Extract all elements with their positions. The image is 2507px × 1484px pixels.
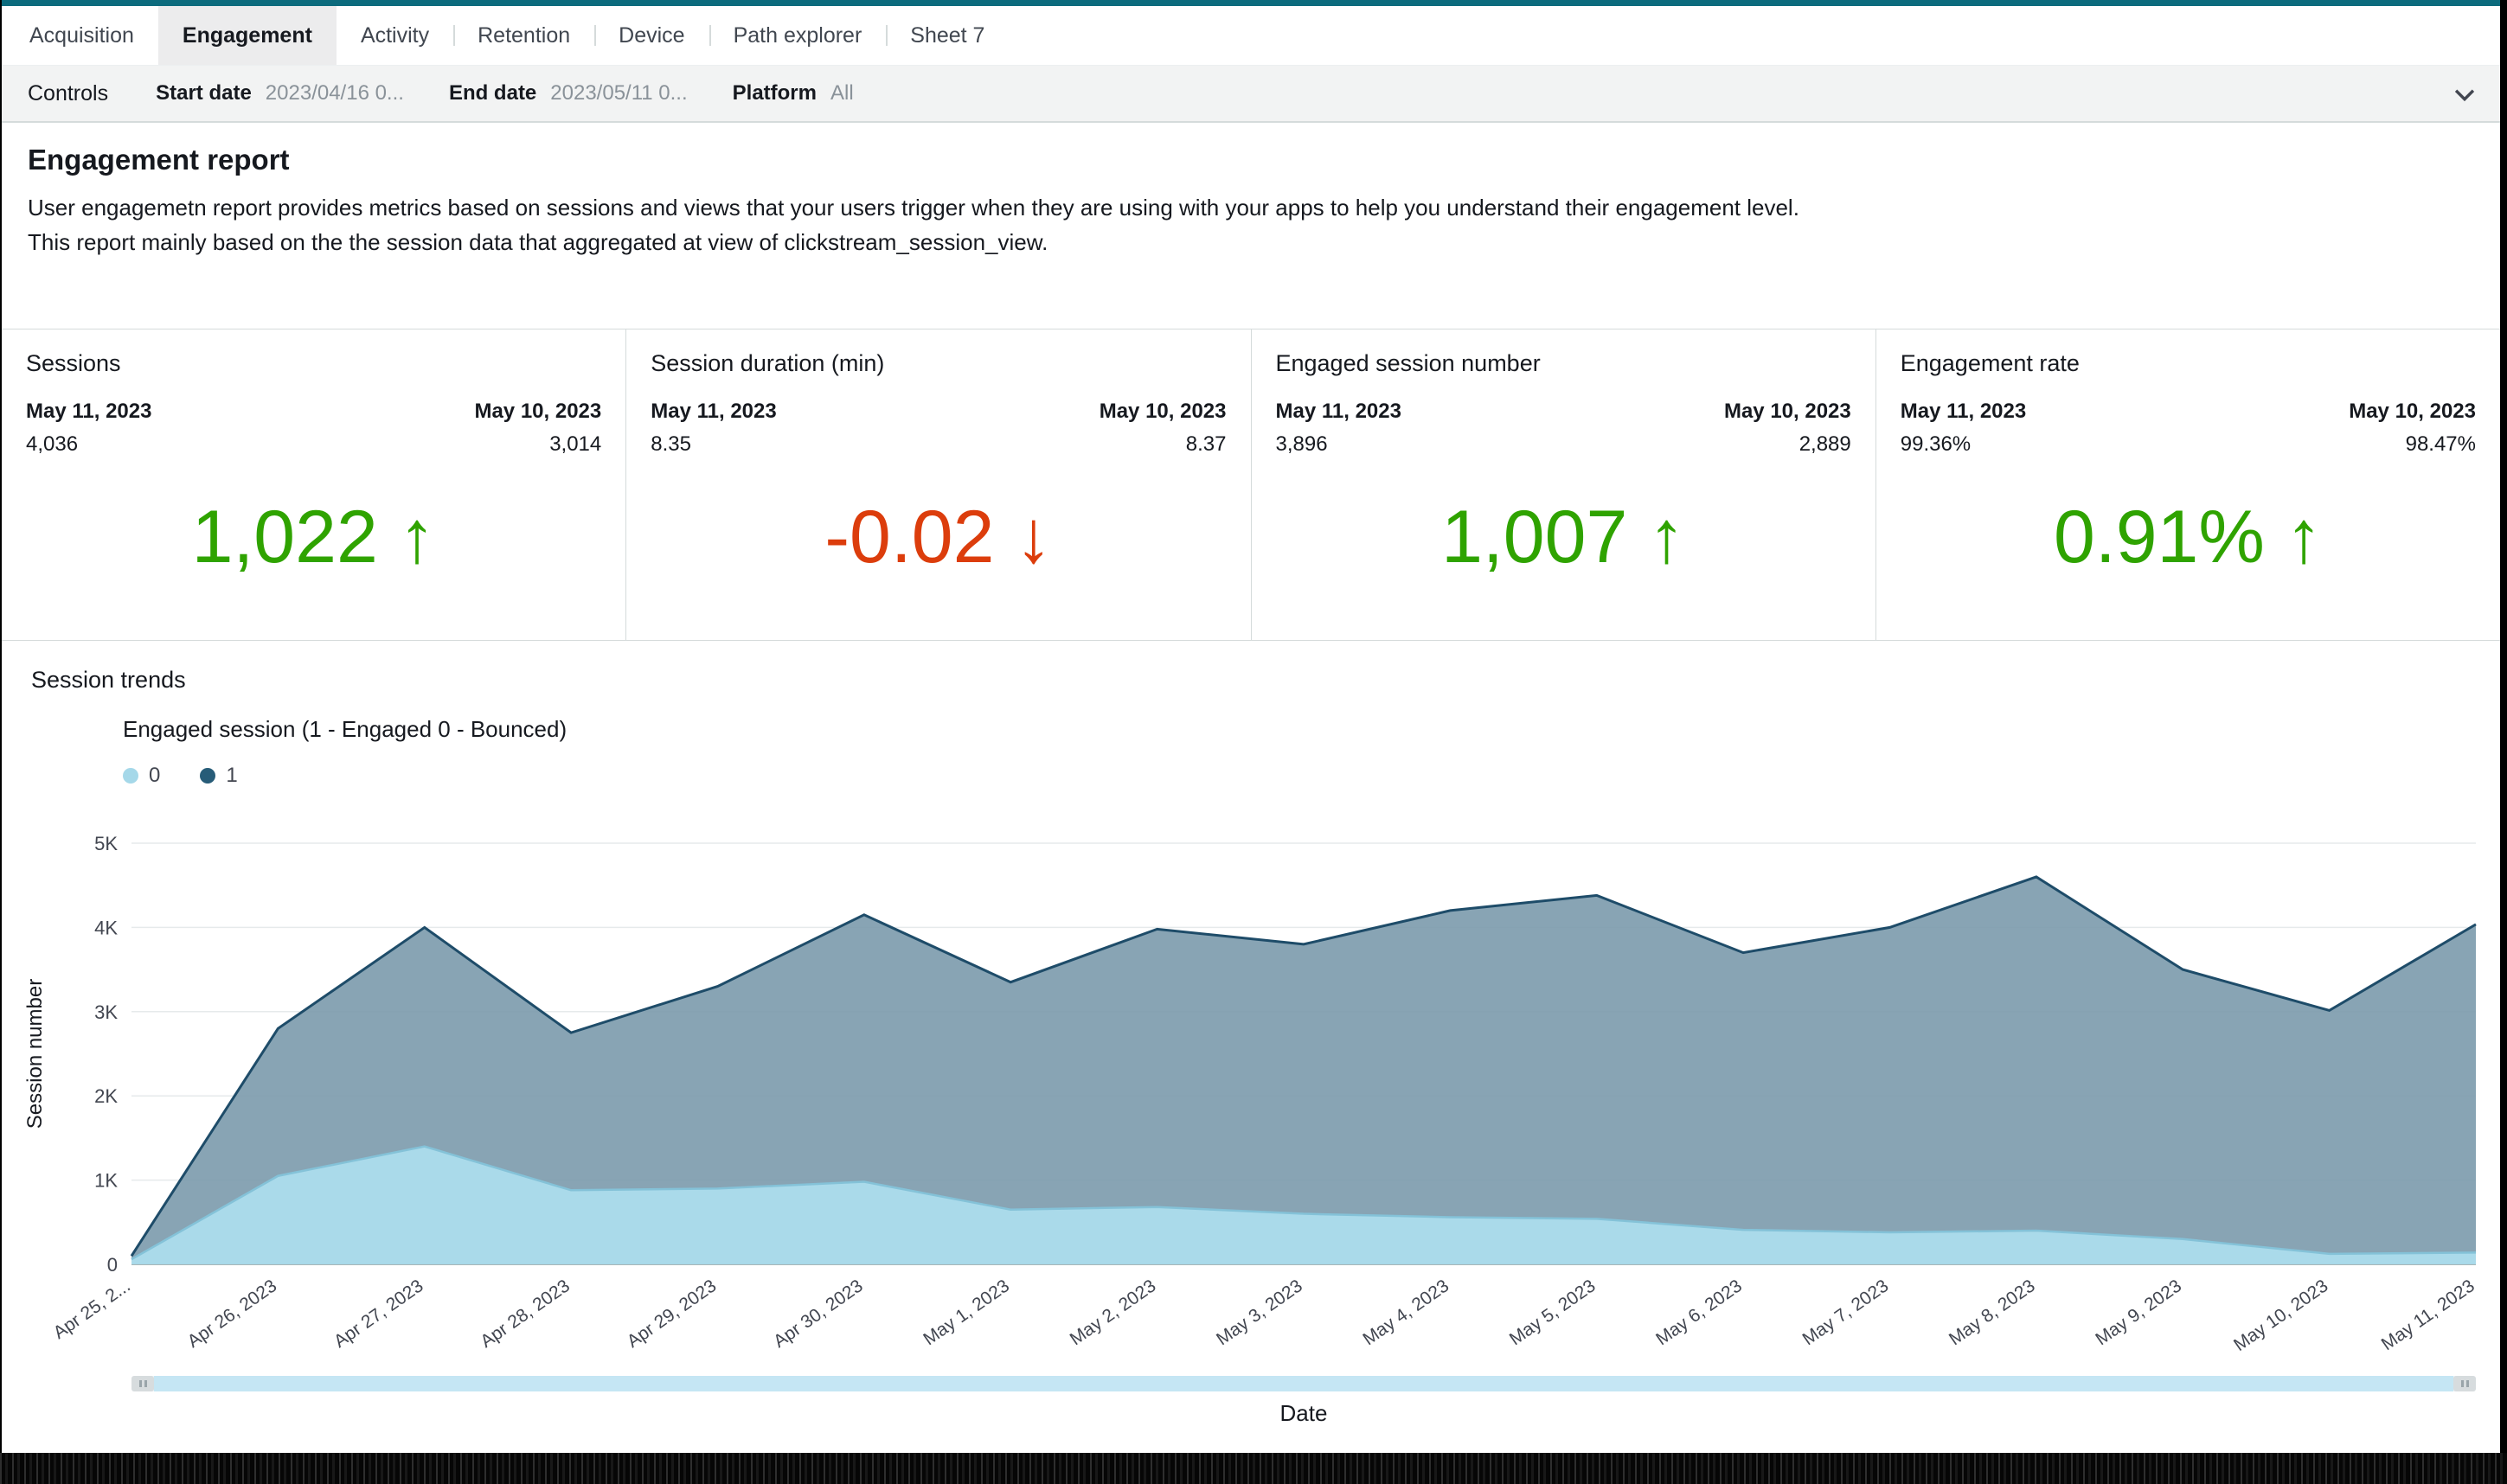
kpi-current-value: 4,036 (26, 432, 151, 457)
kpi-title: Session duration (min) (651, 350, 1226, 377)
start-date-control[interactable]: Start date 2023/04/16 0... (156, 81, 404, 106)
svg-text:May 9, 2023: May 9, 2023 (2092, 1276, 2185, 1349)
kpi-previous-date: May 10, 2023 (1724, 400, 1851, 424)
kpi-row: Sessions May 11, 2023 4,036 May 10, 2023… (2, 329, 2500, 641)
svg-text:May 8, 2023: May 8, 2023 (1946, 1276, 2039, 1349)
chart-horizontal-scrollbar[interactable] (131, 1376, 2476, 1391)
end-date-label: End date (449, 81, 536, 106)
svg-text:4K: 4K (94, 917, 118, 938)
bottom-noise-strip (0, 1453, 2507, 1484)
page-title: Engagement report (28, 144, 2474, 176)
svg-text:May 2, 2023: May 2, 2023 (1067, 1276, 1160, 1349)
legend-label: 0 (149, 764, 160, 788)
start-date-value[interactable]: 2023/04/16 0... (266, 81, 404, 106)
tab-activity[interactable]: Activity (337, 6, 453, 65)
legend-item-bounced[interactable]: 0 (123, 764, 160, 788)
svg-text:Apr 30, 2023: Apr 30, 2023 (770, 1276, 867, 1352)
sheet-tabbar: Acquisition Engagement Activity Retentio… (2, 6, 2500, 66)
kpi-delta: 0.91% ↑ (1901, 495, 2476, 580)
svg-text:1K: 1K (94, 1170, 118, 1192)
svg-text:Apr 27, 2023: Apr 27, 2023 (330, 1276, 427, 1352)
svg-text:May 4, 2023: May 4, 2023 (1359, 1276, 1452, 1349)
kpi-current-value: 3,896 (1276, 432, 1401, 457)
svg-text:2K: 2K (94, 1085, 118, 1107)
svg-text:0: 0 (107, 1254, 118, 1276)
controls-title: Controls (28, 81, 108, 106)
svg-text:May 1, 2023: May 1, 2023 (920, 1276, 1013, 1349)
svg-text:May 6, 2023: May 6, 2023 (1652, 1276, 1746, 1349)
dashboard-window: Acquisition Engagement Activity Retentio… (2, 0, 2500, 1453)
kpi-delta: 1,007 ↑ (1276, 495, 1851, 580)
chart-title: Engaged session (1 - Engaged 0 - Bounced… (123, 716, 2500, 743)
kpi-delta: -0.02 ↓ (651, 495, 1226, 580)
kpi-previous-date: May 10, 2023 (474, 400, 601, 424)
svg-text:Apr 29, 2023: Apr 29, 2023 (624, 1276, 721, 1352)
kpi-previous-date: May 10, 2023 (2349, 400, 2476, 424)
collapse-controls-button[interactable] (2448, 78, 2481, 111)
svg-text:May 10, 2023: May 10, 2023 (2230, 1276, 2331, 1355)
session-trends-area-chart[interactable]: 0 1K 2K 3K 4K 5K Apr 25, 2... Apr 26, 2023 Apr 2… (19, 809, 2485, 1371)
kpi-title: Engaged session number (1276, 350, 1851, 377)
kpi-card-session-duration: Session duration (min) May 11, 2023 8.35… (625, 329, 1250, 640)
end-date-control[interactable]: End date 2023/05/11 0... (449, 81, 688, 106)
scrollbar-grip-left[interactable] (131, 1376, 154, 1391)
kpi-current-date: May 11, 2023 (1276, 400, 1401, 424)
svg-text:Session number: Session number (23, 979, 47, 1129)
svg-text:5K: 5K (94, 833, 118, 854)
svg-text:3K: 3K (94, 1001, 118, 1023)
kpi-card-engagement-rate: Engagement rate May 11, 2023 99.36% May … (1875, 329, 2500, 640)
platform-value[interactable]: All (830, 81, 854, 106)
controls-bar: Controls Start date 2023/04/16 0... End … (2, 66, 2500, 123)
scrollbar-thumb[interactable] (154, 1376, 2453, 1391)
tab-device[interactable]: Device (594, 6, 708, 65)
kpi-delta: 1,022 ↑ (26, 495, 601, 580)
x-axis-title: Date (131, 1400, 2476, 1427)
tab-engagement[interactable]: Engagement (158, 6, 337, 65)
tab-acquisition[interactable]: Acquisition (5, 6, 158, 65)
svg-text:Apr 26, 2023: Apr 26, 2023 (184, 1276, 281, 1352)
kpi-current-value: 99.36% (1901, 432, 2026, 457)
platform-control[interactable]: Platform All (733, 81, 854, 106)
svg-text:May 3, 2023: May 3, 2023 (1213, 1276, 1306, 1349)
report-header: Engagement report User engagemetn report… (2, 123, 2500, 329)
kpi-previous-date: May 10, 2023 (1100, 400, 1227, 424)
kpi-title: Engagement rate (1901, 350, 2476, 377)
scrollbar-grip-right[interactable] (2453, 1376, 2476, 1391)
tab-sheet-7[interactable]: Sheet 7 (886, 6, 1009, 65)
svg-text:May 5, 2023: May 5, 2023 (1506, 1276, 1600, 1349)
tab-path-explorer[interactable]: Path explorer (709, 6, 887, 65)
section-title: Session trends (2, 641, 2500, 694)
legend-label: 1 (226, 764, 237, 788)
kpi-title: Sessions (26, 350, 601, 377)
session-trends-section: Session trends Engaged session (1 - Enga… (2, 641, 2500, 1427)
svg-text:Apr 25, 2...: Apr 25, 2... (50, 1276, 134, 1343)
kpi-previous-value: 98.47% (2349, 432, 2476, 457)
chevron-down-icon (2450, 80, 2479, 109)
tab-retention[interactable]: Retention (453, 6, 594, 65)
platform-label: Platform (733, 81, 817, 106)
kpi-current-date: May 11, 2023 (1901, 400, 2026, 424)
kpi-previous-value: 2,889 (1724, 432, 1851, 457)
chart-legend: 0 1 (123, 764, 2500, 788)
svg-text:May 11, 2023: May 11, 2023 (2378, 1276, 2478, 1354)
legend-swatch-bounced (123, 768, 138, 784)
kpi-previous-value: 8.37 (1100, 432, 1227, 457)
legend-swatch-engaged (200, 768, 215, 784)
kpi-card-engaged-sessions: Engaged session number May 11, 2023 3,89… (1251, 329, 1875, 640)
kpi-current-date: May 11, 2023 (26, 400, 151, 424)
svg-text:Apr 28, 2023: Apr 28, 2023 (477, 1276, 574, 1352)
report-description-line2: This report mainly based on the the sess… (28, 225, 2474, 259)
kpi-current-date: May 11, 2023 (651, 400, 776, 424)
end-date-value[interactable]: 2023/05/11 0... (550, 81, 687, 106)
report-description-line1: User engagemetn report provides metrics … (28, 190, 2474, 225)
start-date-label: Start date (156, 81, 252, 106)
legend-item-engaged[interactable]: 1 (200, 764, 237, 788)
kpi-current-value: 8.35 (651, 432, 776, 457)
svg-text:May 7, 2023: May 7, 2023 (1798, 1276, 1892, 1349)
top-accent-strip (2, 0, 2500, 6)
kpi-previous-value: 3,014 (474, 432, 601, 457)
kpi-card-sessions: Sessions May 11, 2023 4,036 May 10, 2023… (2, 329, 625, 640)
